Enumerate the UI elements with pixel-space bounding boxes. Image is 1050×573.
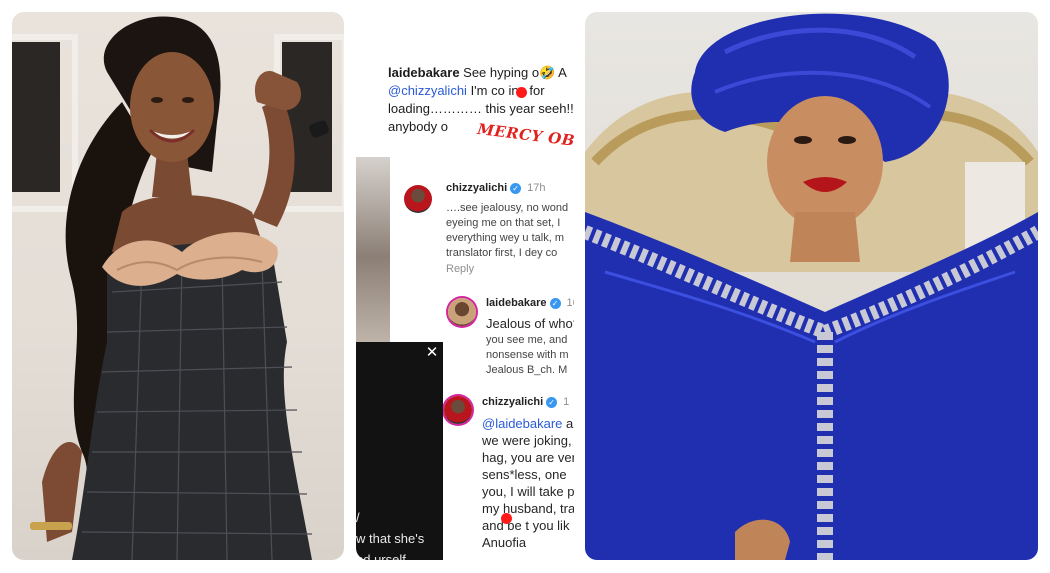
comment-time: 1 (563, 396, 570, 408)
comment-line: sens*less, one (482, 467, 567, 482)
overlay-line: / (356, 510, 360, 525)
caption-username[interactable]: laidebakare (388, 65, 460, 80)
comment-line: my husband, tra (482, 501, 574, 516)
close-icon[interactable]: ✕ (425, 345, 439, 360)
comment-line: you see me, and (486, 334, 568, 346)
verified-badge-icon: ✓ (510, 182, 522, 194)
comment-text: a (562, 416, 574, 431)
caption-text: See hyping o🤣 A (459, 65, 567, 80)
caption-text: loading………… this year seeh!! (388, 101, 574, 116)
avatar[interactable] (404, 185, 432, 213)
comment-header: chizzyalichi ✓ 1 (482, 395, 569, 410)
comment-line: translator first, I dey co (446, 247, 558, 259)
comment-line: ….see jealousy, no wond (446, 202, 569, 214)
comment-username[interactable]: laidebakare (486, 297, 547, 309)
caption-mention[interactable]: @chizzyalichi (388, 83, 467, 98)
comment-line: Anuofia (482, 535, 527, 550)
comment-mention[interactable]: @laidebakare (482, 416, 562, 431)
dark-story-overlay: ✕ / w that she's nd urself (356, 342, 443, 560)
left-photo (12, 12, 344, 560)
reply-button[interactable]: Reply (446, 262, 474, 277)
comment-line: and be t you lik (482, 518, 570, 533)
comment-line: Jealous B_ch. M (486, 364, 568, 376)
red-dot-marker (501, 513, 512, 524)
cropped-photo-strip (356, 157, 390, 357)
comment-username[interactable]: chizzyalichi (482, 396, 543, 408)
comment-line: we were joking, (482, 433, 572, 448)
red-dot-marker (516, 87, 527, 98)
comment-header: laidebakare✓ 16 (486, 296, 574, 311)
comment-time: 17h (527, 182, 546, 194)
caption-text: I'm co ing for (466, 83, 545, 98)
comment-header: chizzyalichi ✓ 17h (446, 181, 546, 196)
comment-line: hag, you are ver (482, 450, 574, 465)
woman-in-blue-gown-illustration (585, 13, 1038, 560)
comment-line: nonsense with m (486, 349, 569, 361)
comment-line: you, I will take p (482, 484, 574, 499)
overlay-line: w that she's (356, 531, 425, 546)
comment-time: 16 (566, 297, 574, 309)
verified-badge-icon: ✓ (546, 396, 558, 408)
comment-line: eyeing me on that set, I (446, 217, 561, 229)
comment-first-line: @laidebakare a (482, 415, 573, 432)
woman-in-plaid-dress-illustration (30, 16, 329, 560)
verified-badge-icon: ✓ (549, 297, 561, 309)
overlay-line: nd urself (356, 552, 406, 560)
avatar[interactable] (448, 298, 476, 326)
comment-username[interactable]: chizzyalichi (446, 182, 507, 194)
avatar[interactable] (444, 396, 472, 424)
right-photo (585, 12, 1038, 560)
comment-line: everything wey u talk, m (446, 232, 564, 244)
comment-line: Jealous of who? (486, 316, 574, 331)
post-caption-area: laidebakare See hyping o🤣 A @chizzyalich… (356, 12, 574, 157)
overlay-caption: / w that she's nd urself (356, 507, 424, 560)
instagram-screenshot-collage: laidebakare See hyping o🤣 A @chizzyalich… (356, 12, 574, 560)
